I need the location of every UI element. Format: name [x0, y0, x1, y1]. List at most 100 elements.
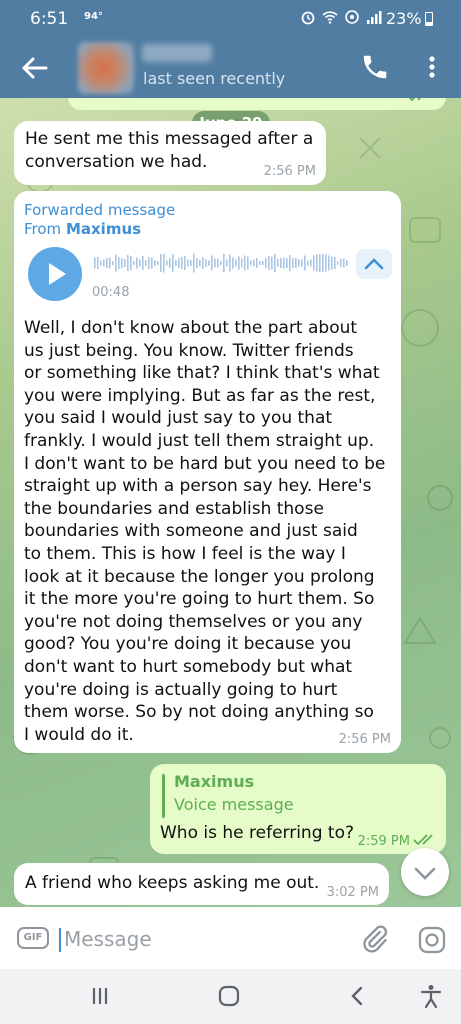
waveform-bar	[139, 259, 141, 267]
waveform-bar	[277, 259, 279, 267]
waveform-bar	[190, 260, 192, 266]
waveform-bar	[142, 256, 144, 270]
message-bubble-incoming[interactable]: A friend who keeps asking me out. 3:02 P…	[14, 863, 389, 905]
phone-icon[interactable]	[360, 52, 390, 82]
waveform-bar	[253, 259, 255, 267]
message-text: A friend who keeps asking me out.	[25, 873, 320, 893]
waveform-bar	[319, 254, 321, 272]
play-icon[interactable]	[28, 247, 82, 301]
message-time: 3:02 PM	[326, 885, 379, 900]
message-bubble-outgoing[interactable]: Maximus Voice message Who is he referrin…	[150, 764, 446, 854]
waveform-bar	[220, 261, 222, 265]
waveform-bar	[268, 256, 270, 270]
waveform-bar	[217, 258, 219, 268]
waveform-bar	[244, 255, 246, 271]
waveform-bar	[259, 261, 261, 265]
chat-area[interactable]: June 29 He sent me this messaged after a…	[0, 98, 461, 907]
waveform-bar	[115, 254, 117, 272]
waveform-bar	[151, 257, 153, 269]
message-time: 2:56 PM	[338, 732, 391, 747]
waveform-bar	[250, 260, 252, 266]
waveform-bar	[187, 259, 189, 267]
waveform-bar	[313, 255, 315, 271]
more-vert-icon[interactable]	[420, 52, 444, 82]
message-bubble-incoming[interactable]: He sent me this messaged after a convers…	[14, 121, 326, 185]
waveform-bar	[265, 258, 267, 268]
waveform-bar	[196, 258, 198, 268]
waveform-bar	[205, 259, 207, 267]
waveform-bar	[133, 261, 135, 265]
chevron-up-icon	[364, 258, 384, 270]
waveform-bar	[178, 258, 180, 268]
contact-status[interactable]: last seen recently	[143, 69, 285, 88]
message-bubble-forwarded[interactable]: Forwarded message From Maximus 00:48 Wel…	[14, 191, 401, 753]
waveform-bar	[241, 258, 243, 268]
nav-back-icon[interactable]	[345, 983, 371, 1009]
waveform-bar	[238, 256, 240, 270]
message-input[interactable]	[64, 921, 344, 957]
waveform-bar	[208, 260, 210, 266]
message-text: Who is he referring to?	[160, 823, 354, 843]
waveform-bar	[256, 258, 258, 268]
waveform-bar	[193, 253, 195, 273]
home-icon[interactable]	[216, 983, 242, 1009]
hotspot-icon	[345, 10, 359, 24]
waveform-bar	[328, 255, 330, 271]
waveform-bar	[199, 259, 201, 267]
camera-icon[interactable]	[418, 926, 446, 954]
waveform-bar	[121, 258, 123, 268]
waveform-bar	[325, 254, 327, 272]
waveform-bar	[181, 257, 183, 269]
reply-quote-name[interactable]: Maximus	[174, 772, 254, 791]
waveform-bar	[163, 253, 165, 273]
gif-icon[interactable]: GIF	[17, 927, 49, 949]
read-receipt-icon	[413, 834, 433, 846]
waveform-bar	[340, 259, 342, 267]
battery-icon	[424, 11, 433, 26]
text-caret	[59, 928, 61, 952]
waveform-bar	[310, 259, 312, 267]
status-temperature: 94°	[84, 11, 103, 22]
forwarded-from-name[interactable]: Maximus	[66, 220, 141, 238]
transcript-text: Well, I don't know about the part about …	[24, 318, 386, 745]
waveform-bar	[100, 260, 102, 266]
waveform-bar	[106, 258, 108, 268]
waveform-bar	[286, 258, 288, 268]
waveform-bar	[166, 260, 168, 266]
message-bubble-previous[interactable]	[68, 98, 446, 110]
waveform-bar	[337, 261, 339, 265]
attach-icon[interactable]	[360, 924, 388, 954]
waveform-bar	[127, 255, 129, 271]
battery-indicator: 23%	[386, 9, 433, 28]
scroll-down-button[interactable]	[401, 848, 449, 896]
chevron-down-icon	[414, 867, 436, 880]
waveform-bar	[130, 256, 132, 270]
system-nav-bar	[0, 969, 461, 1024]
waveform-bar	[148, 257, 150, 269]
forwarded-from[interactable]: From Maximus	[24, 220, 141, 238]
waveform-bar	[202, 257, 204, 269]
transcribe-toggle-button[interactable]	[356, 249, 392, 279]
waveform-bar	[109, 257, 111, 269]
waveform-bar	[118, 257, 120, 269]
status-bar: 6:51 94° 23%	[0, 0, 461, 40]
contact-name-redacted[interactable]	[142, 44, 212, 62]
recents-icon[interactable]	[87, 983, 113, 1009]
back-arrow-icon[interactable]	[18, 54, 50, 82]
reply-quote-bar	[162, 774, 165, 818]
alarm-icon	[301, 11, 315, 25]
waveform-bar	[172, 254, 174, 272]
waveform-bar	[157, 261, 159, 265]
wifi-icon	[322, 11, 338, 24]
waveform-bar	[316, 254, 318, 272]
reply-quote-subtitle[interactable]: Voice message	[174, 795, 294, 814]
accessibility-icon[interactable]	[418, 983, 444, 1009]
waveform-bar	[214, 258, 216, 268]
voice-waveform[interactable]	[94, 248, 349, 278]
waveform-bar	[223, 254, 225, 272]
waveform-bar	[331, 256, 333, 270]
waveform-bar	[226, 259, 228, 267]
avatar[interactable]	[78, 42, 134, 94]
battery-percent: 23%	[386, 9, 422, 28]
waveform-bar	[124, 259, 126, 267]
